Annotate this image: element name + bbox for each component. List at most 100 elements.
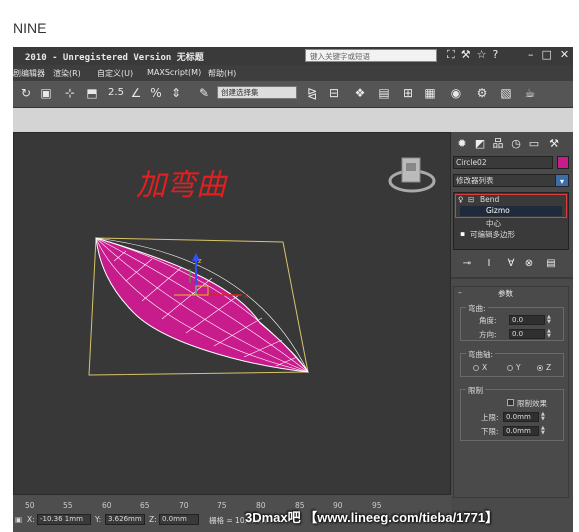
lower-limit-spinner[interactable]: 0.0mm	[503, 426, 539, 436]
lower-limit-value: 0.0mm	[506, 427, 531, 435]
collapse-toggle[interactable]: ⊟	[468, 195, 474, 204]
minimize-button[interactable]: –	[528, 48, 534, 61]
direction-label: 方向:	[479, 330, 497, 339]
remove-modifier-icon[interactable]: ⊗	[523, 258, 535, 270]
search-box[interactable]: 键入关键字或短语	[305, 49, 437, 62]
angle-spinner-arrows[interactable]: ▲ ▼	[547, 315, 552, 325]
axis-z-radio[interactable]	[537, 365, 543, 371]
axis-x-radio[interactable]	[473, 365, 479, 371]
rollout-collapse-icon[interactable]: –	[458, 288, 462, 297]
utilities-tab-icon[interactable]: ⚒	[547, 137, 561, 151]
lower-limit-arrows[interactable]: ▲ ▼	[541, 426, 546, 436]
sphere-material-icon[interactable]: ◉	[447, 84, 465, 102]
upper-limit-value: 0.0mm	[506, 413, 531, 421]
close-button[interactable]: ✕	[560, 48, 569, 61]
rollout-title: 参数	[498, 289, 513, 298]
schematic-icon[interactable]: ⊞	[399, 84, 417, 102]
spinner-snap-icon[interactable]: ⇕	[167, 84, 185, 102]
lower-limit-label: 下限:	[481, 427, 499, 436]
y-coord-label: Y:	[95, 515, 102, 524]
named-selection-value: 创建选择集	[221, 88, 259, 97]
z-coord-label: Z:	[149, 515, 157, 524]
maximize-button[interactable]: □	[542, 48, 552, 61]
bend-group: 弯曲: 角度: 0.0 ▲ ▼ 方向: 0.0 ▲ ▼	[460, 303, 564, 341]
percent-snap-icon[interactable]: %	[147, 84, 165, 102]
limits-group-label: 限制	[466, 385, 485, 396]
rollout-header[interactable]: – 参数	[454, 287, 568, 298]
render-icon[interactable]: ☕	[521, 84, 539, 102]
angle-value: 0.0	[512, 316, 524, 324]
max-window: 2010 - Unregistered Version 无标题 键入关键字或短语…	[13, 47, 573, 532]
object-color-swatch[interactable]	[557, 156, 569, 169]
ribbon-strip	[13, 108, 573, 132]
x-coord-label: X:	[27, 515, 35, 524]
create-tab-icon[interactable]: ✹	[455, 137, 469, 151]
star-icon[interactable]: ☆	[477, 48, 487, 62]
expand-toggle[interactable]: ▪	[460, 229, 465, 238]
render-frame-icon[interactable]: ▧	[497, 84, 515, 102]
wrench-icon[interactable]: ⚒	[461, 48, 471, 62]
modifier-list-label: 修改器列表	[456, 176, 494, 185]
layer-icon[interactable]: ❖	[351, 84, 369, 102]
help-icon[interactable]: ?	[492, 48, 498, 62]
scale-icon[interactable]: ▣	[37, 84, 55, 102]
hierarchy-tab-icon[interactable]: 品	[491, 137, 505, 151]
window-title: 2010 - Unregistered Version 无标题	[25, 53, 204, 63]
material-editor-icon[interactable]: ▦	[421, 84, 439, 102]
x-coord-field[interactable]: -10.36 1mm	[37, 514, 91, 525]
parameters-rollout: – 参数 弯曲: 角度: 0.0 ▲ ▼ 方向: 0.0 ▲ ▼ 弯曲轴: X Y …	[453, 286, 569, 498]
align-icon[interactable]: ⊟	[325, 84, 343, 102]
edit-named-sel-icon[interactable]: ✎	[195, 84, 213, 102]
menu-graph-editors[interactable]: 剧编辑器	[13, 68, 45, 79]
pin-stack-icon[interactable]: ⊸	[461, 258, 473, 270]
y-coord-field[interactable]: 3.626mm	[105, 514, 145, 525]
show-end-result-icon[interactable]: Ⅰ	[483, 258, 495, 270]
named-selection-dropdown[interactable]: 创建选择集	[217, 86, 297, 99]
modifier-stack: ♀ ⊟ Bend Gizmo 中心 ▪ 可编辑多边形	[453, 192, 569, 250]
modify-tab-icon[interactable]: ◩	[473, 137, 487, 151]
limit-effect-checkbox[interactable]	[507, 399, 514, 406]
modifier-list-dropdown[interactable]: 修改器列表	[453, 174, 567, 187]
pivot-icon[interactable]: ⊹	[61, 84, 79, 102]
z-coord-field[interactable]: 0.0mm	[159, 514, 199, 525]
curve-editor-icon[interactable]: ▤	[375, 84, 393, 102]
manipulate-icon[interactable]: ⬒	[83, 84, 101, 102]
stack-item-editable-poly[interactable]: 可编辑多边形	[470, 229, 515, 240]
angle-spinner[interactable]: 0.0	[509, 315, 545, 325]
menu-help[interactable]: 帮助(H)	[208, 68, 236, 79]
render-setup-icon[interactable]: ⚙	[473, 84, 491, 102]
object-name-field[interactable]: Circle02	[453, 156, 553, 169]
menu-customize[interactable]: 自定义(U)	[97, 68, 133, 79]
menu-rendering[interactable]: 渲染(R)	[53, 68, 81, 79]
angle-snap-icon[interactable]: ∠	[127, 84, 145, 102]
z-coord-value: 0.0mm	[162, 515, 187, 523]
ruler-tick: 75	[217, 501, 227, 510]
axis-y-radio[interactable]	[507, 365, 513, 371]
rotate-icon[interactable]: ↻	[17, 84, 35, 102]
viewcube-icon[interactable]	[388, 157, 436, 193]
chevron-down-icon[interactable]: ▾	[555, 174, 569, 187]
upper-limit-spinner[interactable]: 0.0mm	[503, 412, 539, 422]
stack-item-gizmo[interactable]: Gizmo	[486, 206, 510, 215]
direction-spinner-arrows[interactable]: ▲ ▼	[547, 329, 552, 339]
snap-toggle[interactable]: 2.5	[107, 84, 125, 102]
make-unique-icon[interactable]: ∀	[505, 258, 517, 270]
configure-sets-icon[interactable]: ▤	[545, 258, 557, 270]
search-input[interactable]: 键入关键字或短语	[310, 51, 370, 62]
menu-maxscript[interactable]: MAXScript(M)	[147, 68, 201, 77]
binoculars-icon[interactable]: ⛶	[447, 48, 455, 62]
upper-limit-arrows[interactable]: ▲ ▼	[541, 412, 546, 422]
stack-item-center[interactable]: 中心	[486, 218, 501, 229]
lightbulb-icon[interactable]: ♀	[458, 195, 464, 204]
motion-tab-icon[interactable]: ◷	[509, 137, 523, 151]
display-tab-icon[interactable]: ▭	[527, 137, 541, 151]
stack-item-bend[interactable]: Bend	[480, 195, 499, 204]
lock-icon[interactable]: ▣	[15, 515, 22, 524]
ruler-tick: 50	[25, 501, 35, 510]
direction-spinner[interactable]: 0.0	[509, 329, 545, 339]
bent-object-mesh[interactable]	[95, 237, 309, 373]
axis-y-label: Y	[516, 363, 521, 372]
perspective-viewport[interactable]: 加弯曲 x z	[13, 132, 451, 495]
post-caption: NINE	[13, 20, 47, 36]
mirror-icon[interactable]: ⧎	[303, 84, 321, 102]
